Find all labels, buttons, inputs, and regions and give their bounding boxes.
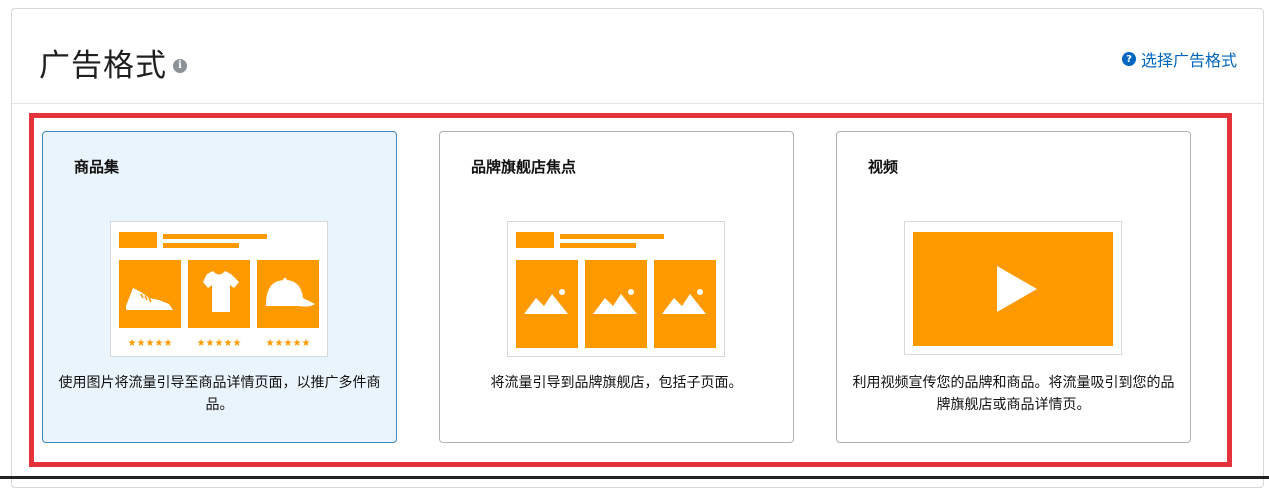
help-link-label: 选择广告格式 [1140,51,1237,70]
panel-header: 广告格式 i ? 选择广告格式 [12,9,1263,104]
title-group: 广告格式 i [39,40,187,85]
selection-highlight-box [29,113,1232,467]
page-title: 广告格式 [39,48,167,84]
info-icon[interactable]: i [173,58,187,73]
choose-ad-format-help-link[interactable]: ? 选择广告格式 [1121,47,1237,71]
question-icon: ? [1121,52,1136,66]
